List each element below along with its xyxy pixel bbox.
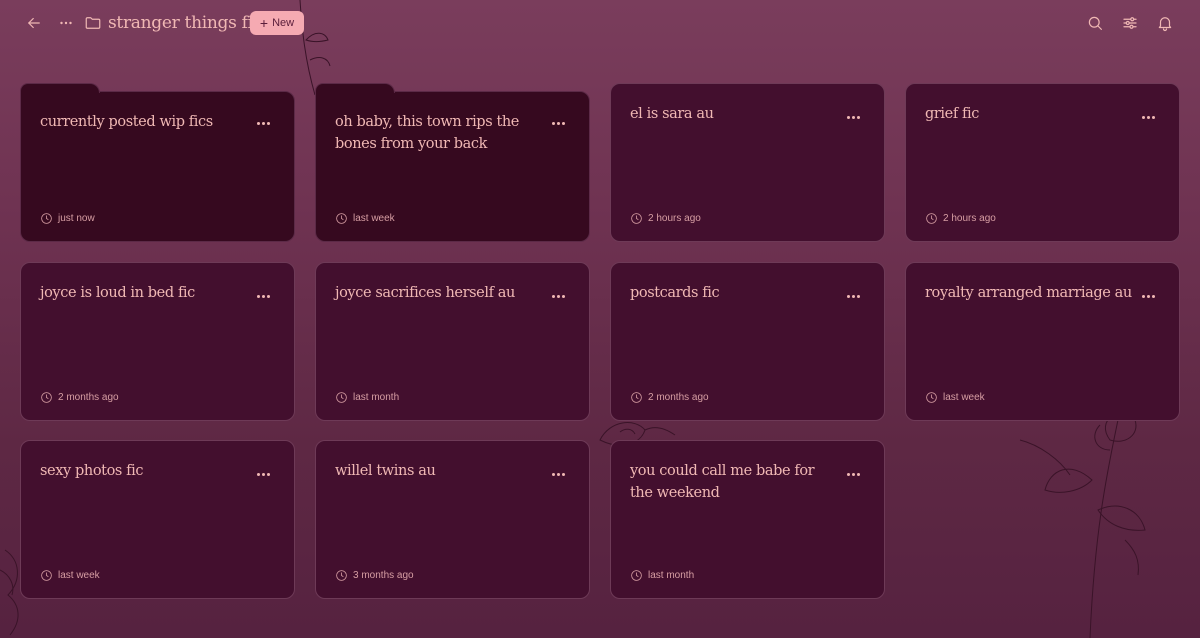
card-timestamp: 3 months ago [335,569,414,582]
top-bar: stranger things fic + New [0,0,1200,46]
clock-icon [631,570,642,581]
clock-icon [41,213,52,224]
search-button[interactable] [1083,11,1107,35]
card-time-label: 2 hours ago [648,213,701,224]
card-timestamp: 2 hours ago [630,212,701,225]
card-title: sexy photos fic [40,463,144,479]
card-timestamp: just now [40,212,95,225]
card-more-button[interactable] [549,291,567,301]
clock-icon [336,570,347,581]
bell-icon [1158,17,1172,32]
card-more-button[interactable] [844,291,862,301]
card-more-button[interactable] [549,469,567,479]
card-time-label: 3 months ago [353,570,414,581]
clock-icon [41,392,52,403]
breadcrumb[interactable]: stranger things fic [84,9,262,37]
clock-icon [631,213,642,224]
card-title: grief fic [925,106,979,122]
sliders-icon [1123,17,1137,29]
clock-icon [631,392,642,403]
back-button[interactable] [22,11,46,35]
card-title: oh baby, this town rips the bones from y… [335,114,519,152]
ellipsis-icon [60,21,72,25]
card-time-label: just now [58,213,95,224]
card-title: you could call me babe for the weekend [630,463,815,501]
search-icon [1088,16,1102,30]
card-more-button[interactable] [254,118,272,128]
card-timestamp: last week [335,212,395,225]
card-more-button[interactable] [549,118,567,128]
card-more-button[interactable] [844,469,862,479]
page-title: stranger things fic [108,13,262,33]
folder-tab [315,83,395,93]
document-card[interactable]: el is sara au 2 hours ago [610,83,885,242]
notifications-button[interactable] [1153,11,1177,35]
clock-icon [336,392,347,403]
card-timestamp: last week [40,569,100,582]
document-card[interactable]: sexy photos fic last week [20,440,295,599]
card-timestamp: last month [630,569,694,582]
clock-icon [41,570,52,581]
document-card[interactable]: willel twins au 3 months ago [315,440,590,599]
more-options-button[interactable] [54,11,78,35]
card-timestamp: 2 months ago [630,391,709,404]
card-more-button[interactable] [1139,291,1157,301]
card-title: joyce is loud in bed fic [40,285,195,301]
card-title: el is sara au [630,106,714,122]
folder-card[interactable]: currently posted wip fics just now [20,83,295,242]
plus-icon: + [259,15,269,31]
folder-card[interactable]: oh baby, this town rips the bones from y… [315,83,590,242]
document-card[interactable]: grief fic 2 hours ago [905,83,1180,242]
card-title: currently posted wip fics [40,114,213,130]
document-card[interactable]: you could call me babe for the weekend l… [610,440,885,599]
card-time-label: last week [58,570,100,581]
new-button-label: New [272,17,295,29]
card-timestamp: last month [335,391,399,404]
card-title: postcards fic [630,285,720,301]
card-title: royalty arranged marriage au [925,285,1132,301]
card-time-label: last month [648,570,695,581]
document-card[interactable]: joyce sacrifices herself au last month [315,262,590,421]
card-more-button[interactable] [1139,112,1157,122]
document-card[interactable]: joyce is loud in bed fic 2 months ago [20,262,295,421]
clock-icon [926,213,937,224]
card-time-label: last month [353,392,400,403]
card-timestamp: 2 months ago [40,391,119,404]
card-time-label: 2 hours ago [943,213,996,224]
card-timestamp: last week [925,391,985,404]
filter-button[interactable] [1118,11,1142,35]
document-card[interactable]: postcards fic 2 months ago [610,262,885,421]
card-time-label: last week [943,392,985,403]
clock-icon [926,392,937,403]
rose-decoration-right [1019,409,1146,638]
new-button[interactable]: + New [250,11,304,35]
card-title: willel twins au [335,463,436,479]
clock-icon [336,213,347,224]
card-more-button[interactable] [844,112,862,122]
arrow-left-icon [28,17,40,29]
card-more-button[interactable] [254,291,272,301]
card-time-label: last week [353,213,395,224]
card-time-label: 2 months ago [58,392,119,403]
card-time-label: 2 months ago [648,392,709,403]
document-card[interactable]: royalty arranged marriage au last week [905,262,1180,421]
card-more-button[interactable] [254,469,272,479]
card-title: joyce sacrifices herself au [335,285,515,301]
folder-icon [85,17,101,29]
card-timestamp: 2 hours ago [925,212,996,225]
folder-tab [20,83,100,93]
